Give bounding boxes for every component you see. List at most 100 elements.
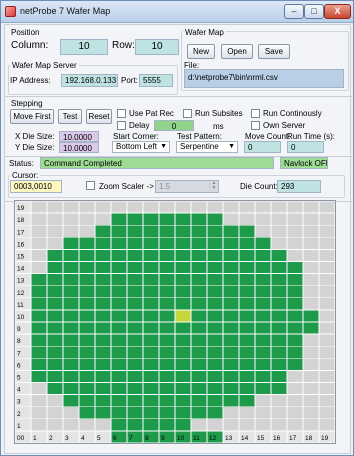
die-cell[interactable] (46, 382, 64, 396)
die-cell[interactable] (46, 249, 64, 262)
empty-cell[interactable] (30, 236, 48, 250)
empty-cell[interactable] (302, 333, 320, 347)
empty-cell[interactable] (46, 236, 64, 250)
die-cell[interactable] (254, 273, 272, 287)
die-cell[interactable] (142, 369, 160, 383)
die-cell[interactable] (158, 406, 176, 420)
die-cell[interactable] (78, 236, 96, 250)
empty-cell[interactable] (318, 321, 335, 335)
empty-cell[interactable] (46, 212, 64, 226)
die-cell[interactable] (158, 357, 176, 371)
die-cell[interactable] (238, 249, 256, 262)
die-cell[interactable] (238, 309, 256, 323)
empty-cell[interactable] (254, 224, 272, 238)
die-cell[interactable] (126, 249, 144, 262)
empty-cell[interactable] (302, 406, 320, 420)
die-cell[interactable] (174, 394, 192, 408)
die-cell[interactable] (206, 394, 224, 408)
empty-cell[interactable] (30, 212, 48, 226)
die-cell[interactable] (30, 357, 48, 371)
die-cell[interactable] (62, 369, 80, 383)
die-cell[interactable] (142, 224, 160, 238)
die-cell[interactable] (206, 406, 224, 420)
die-cell[interactable] (286, 321, 304, 335)
empty-cell[interactable] (318, 406, 335, 420)
die-cell[interactable] (174, 418, 192, 432)
wafer-map-canvas[interactable]: 1918171615141312111098765432100 1 2 3 4 5 6 7 8 9… (15, 201, 335, 443)
die-cell[interactable] (78, 285, 96, 299)
empty-cell[interactable] (286, 236, 304, 250)
empty-cell[interactable] (94, 201, 112, 214)
x-die-size-field[interactable]: 10.0000 (59, 131, 99, 142)
die-cell[interactable] (158, 309, 176, 323)
empty-cell[interactable] (222, 406, 240, 420)
die-cell[interactable] (142, 236, 160, 250)
die-cell[interactable] (270, 333, 288, 347)
die-cell[interactable] (190, 236, 208, 250)
die-cell[interactable] (110, 418, 128, 432)
die-cell[interactable] (78, 357, 96, 371)
die-cell[interactable] (158, 261, 176, 275)
empty-cell[interactable] (254, 212, 272, 226)
empty-cell[interactable] (302, 418, 320, 432)
empty-cell[interactable] (78, 418, 96, 432)
die-cell[interactable] (270, 285, 288, 299)
die-cell[interactable] (110, 273, 128, 287)
title-bar[interactable]: netProbe 7 Wafer Map – □ X (1, 1, 353, 23)
die-cell[interactable] (174, 249, 192, 262)
die-cell[interactable] (126, 357, 144, 371)
die-cell[interactable] (222, 345, 240, 359)
die-cell[interactable] (270, 345, 288, 359)
die-cell[interactable] (126, 369, 144, 383)
die-cell[interactable] (190, 357, 208, 371)
die-cell[interactable] (206, 261, 224, 275)
die-cell[interactable] (302, 309, 320, 323)
empty-cell[interactable] (302, 261, 320, 275)
die-cell[interactable] (158, 212, 176, 226)
die-cell[interactable] (62, 236, 80, 250)
die-cell[interactable] (78, 406, 96, 420)
save-button[interactable]: Save (258, 44, 290, 59)
die-cell[interactable] (62, 394, 80, 408)
die-cell[interactable] (174, 321, 192, 335)
empty-cell[interactable] (30, 394, 48, 408)
empty-cell[interactable] (222, 418, 240, 432)
y-die-size-field[interactable]: 10.0000 (59, 142, 99, 153)
die-cell[interactable] (94, 297, 112, 311)
die-cell[interactable] (158, 333, 176, 347)
die-cell[interactable] (94, 333, 112, 347)
empty-cell[interactable] (30, 261, 48, 275)
cursor-field[interactable]: 0003,0010 (10, 180, 62, 193)
die-cell[interactable] (126, 418, 144, 432)
die-cell[interactable] (238, 297, 256, 311)
empty-cell[interactable] (302, 394, 320, 408)
die-cell[interactable] (222, 285, 240, 299)
die-cell[interactable] (222, 297, 240, 311)
die-cell[interactable] (30, 369, 48, 383)
empty-cell[interactable] (46, 406, 64, 420)
empty-cell[interactable] (254, 201, 272, 214)
empty-cell[interactable] (238, 418, 256, 432)
empty-cell[interactable] (238, 406, 256, 420)
die-cell[interactable] (62, 297, 80, 311)
wafer-map-grid[interactable]: 19 18 17 16 15 14 13 12 11 10 9 8 7 6 5 4 3 2 1 00 1 2 3 4 5 6 7 8 9… (14, 200, 336, 444)
die-cell[interactable] (94, 406, 112, 420)
empty-cell[interactable] (110, 201, 128, 214)
empty-cell[interactable] (78, 201, 96, 214)
die-cell[interactable] (174, 285, 192, 299)
die-cell[interactable] (270, 309, 288, 323)
die-cell[interactable] (190, 345, 208, 359)
empty-cell[interactable] (62, 212, 80, 226)
die-cell[interactable] (158, 236, 176, 250)
empty-cell[interactable] (302, 345, 320, 359)
die-cell[interactable] (46, 297, 64, 311)
die-cell[interactable] (142, 382, 160, 396)
die-cell[interactable] (190, 333, 208, 347)
die-cell[interactable] (238, 236, 256, 250)
die-cell[interactable] (190, 249, 208, 262)
die-cell[interactable] (126, 394, 144, 408)
die-cell[interactable] (46, 321, 64, 335)
die-cell[interactable] (254, 382, 272, 396)
empty-cell[interactable] (302, 369, 320, 383)
die-cell[interactable] (30, 309, 48, 323)
